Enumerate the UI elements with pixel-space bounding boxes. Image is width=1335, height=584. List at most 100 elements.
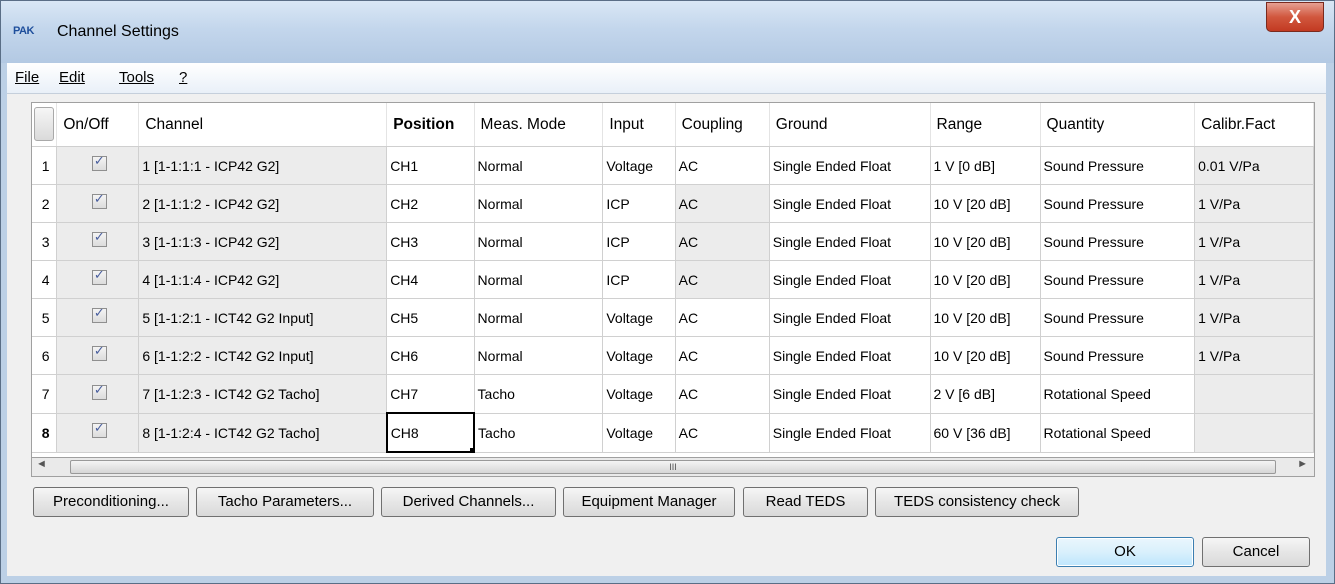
ok-button[interactable]: OK xyxy=(1056,537,1194,567)
calibr-fact-cell[interactable]: 1 V/Pa xyxy=(1194,184,1314,223)
range-cell[interactable]: 60 V [36 dB] xyxy=(930,413,1041,453)
onoff-checkbox[interactable] xyxy=(56,146,140,185)
menu-edit[interactable]: Edit xyxy=(59,69,85,86)
input-cell[interactable]: ICP xyxy=(602,222,676,261)
ground-cell[interactable]: Single Ended Float xyxy=(769,413,931,453)
row-number[interactable]: 6 xyxy=(32,336,58,375)
coupling-cell[interactable]: AC xyxy=(675,336,770,375)
row-number[interactable]: 2 xyxy=(32,184,58,223)
channel-cell[interactable]: 6 [1-1:2:2 - ICT42 G2 Input] xyxy=(138,336,388,375)
checkbox-checked-icon[interactable] xyxy=(91,229,107,248)
menu-file[interactable]: File xyxy=(15,69,39,86)
col-header-ground[interactable]: Ground xyxy=(769,103,931,147)
title-bar[interactable]: PAK Channel Settings X xyxy=(1,1,1334,63)
checkbox-checked-icon[interactable] xyxy=(91,267,107,286)
ground-cell[interactable]: Single Ended Float xyxy=(769,222,931,261)
equipment-manager-button[interactable]: Equipment Manager xyxy=(563,487,735,517)
channel-grid[interactable]: On/Off Channel Position Meas. Mode Input… xyxy=(31,102,1315,476)
position-cell[interactable]: CH6 xyxy=(386,336,475,375)
onoff-checkbox[interactable] xyxy=(56,374,140,414)
input-cell[interactable]: Voltage xyxy=(602,336,676,375)
calibr-fact-cell[interactable]: 1 V/Pa xyxy=(1194,222,1314,261)
read-teds-button[interactable]: Read TEDS xyxy=(743,487,868,517)
coupling-cell[interactable]: AC xyxy=(675,184,770,223)
ground-cell[interactable]: Single Ended Float xyxy=(769,374,931,414)
coupling-cell[interactable]: AC xyxy=(675,260,770,299)
quantity-cell[interactable]: Sound Pressure xyxy=(1040,146,1196,185)
input-cell[interactable]: Voltage xyxy=(602,413,676,453)
table-row[interactable]: 8 8 [1-1:2:4 - ICT42 G2 Tacho] CH8 Tacho Vol… xyxy=(32,412,1314,453)
meas-mode-cell[interactable]: Normal xyxy=(474,184,604,223)
quantity-cell[interactable]: Rotational Speed xyxy=(1040,374,1196,414)
horizontal-scrollbar[interactable]: ◄ III ► xyxy=(31,457,1315,477)
table-row[interactable]: 4 4 [1-1:1:4 - ICP42 G2] CH4 Normal ICP AC Sin… xyxy=(32,260,1314,299)
ground-cell[interactable]: Single Ended Float xyxy=(769,146,931,185)
row-number[interactable]: 3 xyxy=(32,222,58,261)
calibr-fact-cell[interactable]: 1 V/Pa xyxy=(1194,298,1314,337)
meas-mode-cell[interactable]: Normal xyxy=(474,222,604,261)
col-header-quantity[interactable]: Quantity xyxy=(1040,103,1196,147)
range-cell[interactable]: 1 V [0 dB] xyxy=(930,146,1041,185)
ground-cell[interactable]: Single Ended Float xyxy=(769,298,931,337)
derived-channels-button[interactable]: Derived Channels... xyxy=(381,487,556,517)
calibr-fact-cell[interactable] xyxy=(1194,374,1314,414)
quantity-cell[interactable]: Sound Pressure xyxy=(1040,184,1196,223)
table-row[interactable]: 1 1 [1-1:1:1 - ICP42 G2] CH1 Normal Voltage A… xyxy=(32,146,1314,185)
menu-help[interactable]: ? xyxy=(179,69,187,86)
preconditioning-button[interactable]: Preconditioning... xyxy=(33,487,189,517)
table-row[interactable]: 6 6 [1-1:2:2 - ICT42 G2 Input] CH6 Normal Vo… xyxy=(32,336,1314,375)
meas-mode-cell[interactable]: Normal xyxy=(474,146,604,185)
input-cell[interactable]: Voltage xyxy=(602,146,676,185)
channel-cell[interactable]: 5 [1-1:2:1 - ICT42 G2 Input] xyxy=(138,298,388,337)
checkbox-checked-icon[interactable] xyxy=(91,305,107,324)
checkbox-checked-icon[interactable] xyxy=(91,191,107,210)
channel-cell[interactable]: 1 [1-1:1:1 - ICP42 G2] xyxy=(138,146,388,185)
input-cell[interactable]: ICP xyxy=(602,260,676,299)
channel-cell[interactable]: 8 [1-1:2:4 - ICT42 G2 Tacho] xyxy=(138,413,388,453)
calibr-fact-cell[interactable]: 0.01 V/Pa xyxy=(1194,146,1314,185)
onoff-checkbox[interactable] xyxy=(56,298,140,337)
range-cell[interactable]: 10 V [20 dB] xyxy=(930,298,1041,337)
ground-cell[interactable]: Single Ended Float xyxy=(769,336,931,375)
calibr-fact-cell[interactable]: 1 V/Pa xyxy=(1194,260,1314,299)
row-number[interactable]: 8 xyxy=(32,413,58,453)
checkbox-checked-icon[interactable] xyxy=(91,382,107,400)
position-cell[interactable]: CH3 xyxy=(386,222,475,261)
row-number[interactable]: 5 xyxy=(32,298,58,337)
scroll-right-arrow-icon[interactable]: ► xyxy=(1297,458,1308,470)
close-button[interactable]: X xyxy=(1266,2,1324,32)
coupling-cell[interactable]: AC xyxy=(675,146,770,185)
col-header-calibr-fact[interactable]: Calibr.Fact xyxy=(1194,103,1314,147)
teds-consistency-check-button[interactable]: TEDS consistency check xyxy=(875,487,1079,517)
range-cell[interactable]: 2 V [6 dB] xyxy=(930,374,1041,414)
channel-cell[interactable]: 7 [1-1:2:3 - ICT42 G2 Tacho] xyxy=(138,374,388,414)
coupling-cell[interactable]: AC xyxy=(675,413,770,453)
position-cell[interactable]: CH2 xyxy=(386,184,475,223)
col-header-position[interactable]: Position xyxy=(386,103,475,147)
input-cell[interactable]: Voltage xyxy=(602,374,676,414)
col-header-channel[interactable]: Channel xyxy=(138,103,388,147)
meas-mode-cell[interactable]: Normal xyxy=(474,260,604,299)
quantity-cell[interactable]: Rotational Speed xyxy=(1040,413,1196,453)
position-cell[interactable]: CH1 xyxy=(386,146,475,185)
table-row[interactable]: 3 3 [1-1:1:3 - ICP42 G2] CH3 Normal ICP AC Sin… xyxy=(32,222,1314,261)
menu-tools[interactable]: Tools xyxy=(119,69,154,86)
col-header-range[interactable]: Range xyxy=(930,103,1041,147)
coupling-cell[interactable]: AC xyxy=(675,374,770,414)
position-cell[interactable]: CH5 xyxy=(386,298,475,337)
select-all-corner[interactable] xyxy=(32,103,58,147)
quantity-cell[interactable]: Sound Pressure xyxy=(1040,336,1196,375)
range-cell[interactable]: 10 V [20 dB] xyxy=(930,260,1041,299)
col-header-meas-mode[interactable]: Meas. Mode xyxy=(474,103,604,147)
position-cell[interactable]: CH8 xyxy=(385,412,476,453)
col-header-onoff[interactable]: On/Off xyxy=(56,103,140,147)
cancel-button[interactable]: Cancel xyxy=(1202,537,1310,567)
meas-mode-cell[interactable]: Normal xyxy=(474,336,604,375)
coupling-cell[interactable]: AC xyxy=(675,222,770,261)
input-cell[interactable]: ICP xyxy=(602,184,676,223)
calibr-fact-cell[interactable] xyxy=(1194,413,1314,453)
scroll-thumb[interactable]: III xyxy=(70,460,1276,474)
scroll-left-arrow-icon[interactable]: ◄ xyxy=(36,458,47,470)
col-header-coupling[interactable]: Coupling xyxy=(675,103,770,147)
channel-cell[interactable]: 3 [1-1:1:3 - ICP42 G2] xyxy=(138,222,388,261)
